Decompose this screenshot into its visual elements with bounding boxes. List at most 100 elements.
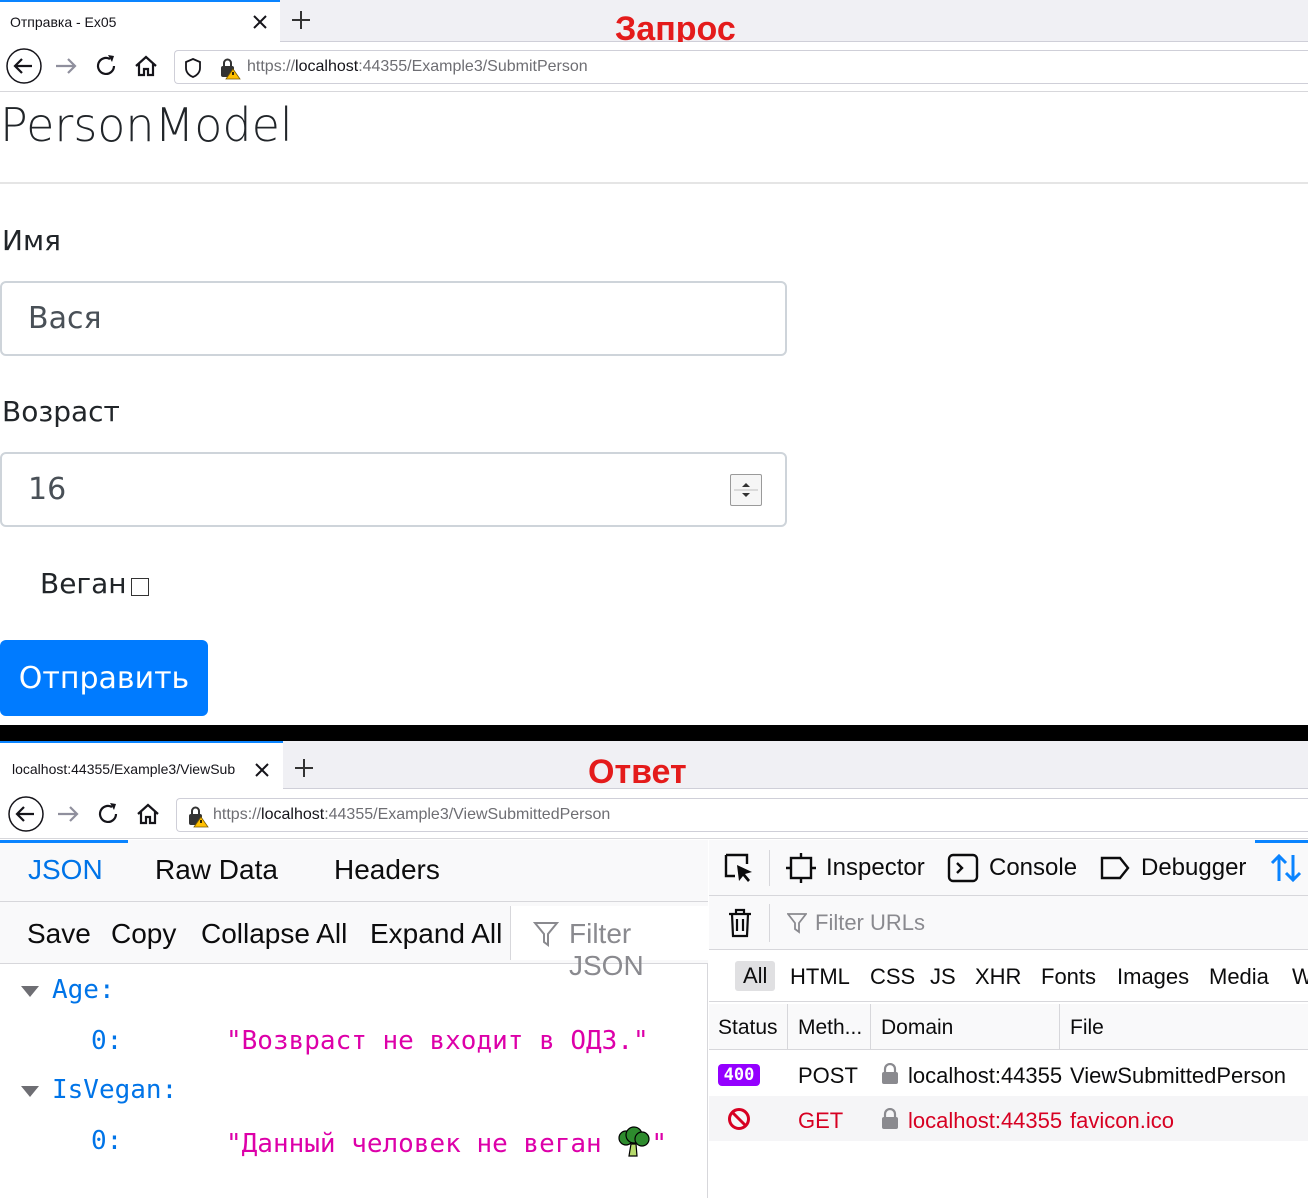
table-row[interactable]: GET localhost:44355 favicon.ico: [709, 1096, 1308, 1141]
bottom-tab-title: localhost:44355/Example3/ViewSub: [12, 761, 236, 777]
back-icon[interactable]: [6, 48, 42, 84]
element-picker-icon[interactable]: [723, 852, 755, 884]
network-icon[interactable]: [1269, 851, 1303, 885]
bottom-tab[interactable]: localhost:44355/Example3/ViewSub: [0, 741, 283, 789]
filter-css[interactable]: CSS: [870, 964, 915, 990]
lock-icon: [882, 1063, 898, 1084]
divider: [0, 182, 1308, 184]
expand-caret-icon[interactable]: [21, 1086, 39, 1098]
expand-all-button[interactable]: Expand All: [370, 918, 502, 950]
tab-headers[interactable]: Headers: [334, 854, 440, 886]
close-tab-icon[interactable]: [250, 12, 270, 32]
console-icon[interactable]: [947, 852, 979, 884]
filter-xhr[interactable]: XHR: [975, 964, 1021, 990]
filter-urls-input[interactable]: Filter URLs: [815, 910, 925, 936]
debugger-icon[interactable]: [1099, 852, 1131, 884]
save-button[interactable]: Save: [27, 918, 91, 950]
vegan-label: Веган: [40, 567, 127, 600]
json-index: 0:: [91, 1126, 123, 1156]
column-domain[interactable]: Domain: [881, 1016, 953, 1040]
tab-console[interactable]: Console: [989, 854, 1077, 882]
trash-icon[interactable]: [727, 907, 753, 939]
age-spinner[interactable]: [730, 474, 762, 506]
request-domain: localhost:44355: [908, 1063, 1063, 1088]
expand-caret-icon[interactable]: [21, 986, 39, 998]
tab-json[interactable]: JSON: [28, 854, 103, 886]
spinner-arrows-icon[interactable]: [731, 475, 761, 505]
filter-js[interactable]: JS: [930, 964, 956, 990]
filter-icon: [533, 922, 559, 947]
reload-icon[interactable]: [90, 796, 126, 832]
request-file: favicon.ico: [1070, 1108, 1174, 1133]
reload-icon[interactable]: [88, 48, 124, 84]
json-index: 0:: [91, 1026, 123, 1056]
new-tab-icon[interactable]: [289, 8, 313, 32]
vegan-checkbox[interactable]: [131, 578, 149, 596]
column-divider: [787, 1004, 788, 1050]
column-method[interactable]: Meth...: [798, 1016, 862, 1040]
copy-button[interactable]: Copy: [111, 918, 176, 950]
filter-media[interactable]: Media: [1209, 964, 1269, 990]
top-tab[interactable]: Отправка - Ex05: [0, 0, 280, 42]
bottom-url-text: https://localhost:44355/Example3/ViewSub…: [213, 806, 611, 823]
bottom-url-bar[interactable]: https://localhost:44355/Example3/ViewSub…: [176, 798, 1308, 832]
tab-debugger[interactable]: Debugger: [1141, 854, 1246, 882]
request-file: ViewSubmittedPerson: [1070, 1063, 1287, 1088]
json-toolbar: Save Copy Collapse All Expand All Filter…: [0, 902, 708, 981]
request-method: POST: [798, 1063, 858, 1088]
table-row[interactable]: 400 POST localhost:44355 ViewSubmittedPe…: [709, 1051, 1308, 1096]
request-table-header: Status Meth... Domain File: [709, 1004, 1308, 1050]
age-input-value: 16: [28, 472, 67, 507]
home-icon[interactable]: [130, 796, 166, 832]
insecure-lock-icon[interactable]: [217, 56, 241, 80]
active-tab-indicator: [0, 840, 128, 843]
json-viewer-tabs: JSON Raw Data Headers: [0, 840, 708, 902]
insecure-lock-icon[interactable]: [185, 804, 209, 828]
name-input[interactable]: Вася: [0, 281, 787, 356]
back-icon[interactable]: [8, 796, 44, 832]
filter-all[interactable]: All: [735, 961, 776, 991]
filter-ws[interactable]: W: [1292, 964, 1308, 990]
blocked-icon: [728, 1108, 750, 1130]
submit-button[interactable]: Отправить: [0, 640, 208, 716]
name-label: Имя: [2, 224, 61, 257]
json-value: "Возвраст не входит в ОДЗ.": [226, 1026, 649, 1056]
new-tab-icon[interactable]: [292, 756, 316, 780]
filter-json-input[interactable]: Filter JSON: [510, 906, 708, 981]
close-tab-icon[interactable]: [252, 760, 272, 780]
json-viewer: JSON Raw Data Headers Save Copy Collapse…: [0, 840, 708, 1198]
column-file[interactable]: File: [1070, 1016, 1104, 1040]
top-url-text: https://localhost:44355/Example3/SubmitP…: [247, 58, 588, 75]
json-key-isvegan[interactable]: IsVegan:: [52, 1075, 177, 1105]
filter-html[interactable]: HTML: [790, 964, 850, 990]
devtools-panel: Inspector Console Debugger Filter URLs A…: [709, 840, 1308, 1198]
age-input[interactable]: 16: [0, 452, 787, 527]
inspector-icon[interactable]: [785, 852, 817, 884]
toolbar-divider: [769, 850, 770, 886]
status-badge: 400: [718, 1064, 760, 1086]
collapse-all-button[interactable]: Collapse All: [201, 918, 347, 950]
shield-icon[interactable]: [183, 57, 203, 79]
bottom-nav-bar: https://localhost:44355/Example3/ViewSub…: [0, 789, 1308, 839]
devtools-tabs: Inspector Console Debugger: [709, 840, 1308, 896]
filter-images[interactable]: Images: [1117, 964, 1189, 990]
column-status[interactable]: Status: [718, 1016, 778, 1040]
network-toolbar: Filter URLs: [709, 896, 1308, 950]
forward-icon[interactable]: [48, 48, 84, 84]
home-icon[interactable]: [128, 48, 164, 84]
tab-raw-data[interactable]: Raw Data: [155, 854, 278, 886]
request-method: GET: [798, 1108, 844, 1133]
request-domain: localhost:44355: [908, 1108, 1063, 1133]
top-url-bar[interactable]: https://localhost:44355/Example3/SubmitP…: [174, 50, 1308, 84]
active-tab-indicator: [1255, 840, 1308, 843]
filter-fonts[interactable]: Fonts: [1041, 964, 1096, 990]
request-type-filters: All HTML CSS JS XHR Fonts Images Media W: [709, 950, 1308, 1002]
top-tab-title: Отправка - Ex05: [10, 14, 117, 30]
tab-inspector[interactable]: Inspector: [826, 854, 925, 882]
forward-icon[interactable]: [50, 796, 86, 832]
top-nav-bar: https://localhost:44355/Example3/SubmitP…: [0, 42, 1308, 92]
filter-json-placeholder: Filter JSON: [569, 918, 644, 981]
toolbar-divider: [769, 904, 770, 942]
json-value: "Данный человек не веган ": [226, 1126, 667, 1159]
json-key-age[interactable]: Age:: [52, 975, 115, 1005]
